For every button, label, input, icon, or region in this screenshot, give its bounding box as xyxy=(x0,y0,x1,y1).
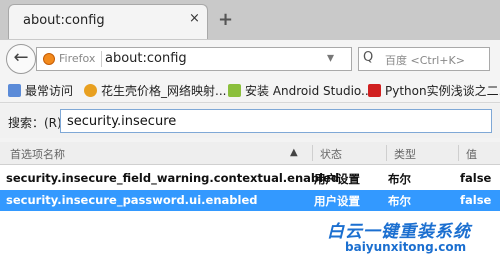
bookmark-android-studio[interactable]: 安装 Android Studio... xyxy=(228,82,372,99)
bookmark-python[interactable]: Python实例浅谈之二... xyxy=(368,82,500,99)
watermark: 白云一键重装系统 baiyunxitong.com xyxy=(315,217,500,259)
table-header: 首选项名称 ▲ 状态 类型 值 xyxy=(0,142,500,165)
bookmark-label: Python实例浅谈之二... xyxy=(385,84,500,98)
new-tab-button[interactable]: + xyxy=(218,11,233,29)
column-divider xyxy=(386,145,387,161)
pref-type: 布尔 xyxy=(388,172,411,186)
pref-status: 用户设置 xyxy=(314,194,360,208)
site-c-icon xyxy=(368,84,381,97)
tab-strip: about:config × + xyxy=(0,0,500,40)
config-search-row: 搜索：(R) security.insecure xyxy=(0,104,500,138)
config-search-input[interactable]: security.insecure xyxy=(60,109,492,133)
pref-type: 布尔 xyxy=(388,194,411,208)
android-icon xyxy=(228,84,241,97)
bookmark-label: 花生壳价格_网络映射... xyxy=(101,84,227,98)
column-divider xyxy=(312,145,313,161)
close-tab-icon[interactable]: × xyxy=(189,11,200,26)
search-placeholder: 百度 <Ctrl+K> xyxy=(385,54,465,67)
url-dropmarker-icon[interactable]: ▾ xyxy=(327,50,334,66)
bookmark-label: 最常访问 xyxy=(25,84,74,98)
navigation-toolbar: ← Firefox about:config ▾ Q 百度 <Ctrl+K> xyxy=(0,40,500,79)
table-row[interactable]: security.insecure_field_warning.contextu… xyxy=(0,168,500,189)
watermark-title: 白云一键重装系统 xyxy=(327,222,471,242)
bookmarks-toolbar: 最常访问 花生壳价格_网络映射... 安装 Android Studio... … xyxy=(0,78,500,103)
search-engine-icon[interactable]: Q xyxy=(363,50,373,65)
bookmark-label: 安装 Android Studio... xyxy=(245,84,373,98)
search-value: security.insecure xyxy=(67,114,177,129)
table-row-selected[interactable]: security.insecure_password.ui.enabled 用户… xyxy=(0,190,500,211)
url-text[interactable]: about:config xyxy=(105,51,187,66)
bookmark-icon xyxy=(8,84,21,97)
identity-label[interactable]: Firefox xyxy=(59,52,95,65)
column-header-type[interactable]: 类型 xyxy=(394,146,416,162)
web-search-bar[interactable]: Q 百度 <Ctrl+K> xyxy=(358,47,490,71)
url-separator xyxy=(101,51,102,67)
column-header-value[interactable]: 值 xyxy=(466,146,477,162)
column-divider xyxy=(458,145,459,161)
column-header-name[interactable]: 首选项名称 xyxy=(10,146,65,162)
pref-value: false xyxy=(460,171,492,185)
tab-about-config[interactable]: about:config × xyxy=(8,4,208,39)
tab-title: about:config xyxy=(23,13,105,28)
bookmark-most-visited[interactable]: 最常访问 xyxy=(8,82,73,99)
pref-name: security.insecure_password.ui.enabled xyxy=(6,193,258,207)
peanut-icon xyxy=(84,84,97,97)
pref-status: 用户设置 xyxy=(314,172,360,186)
bookmark-peanut[interactable]: 花生壳价格_网络映射... xyxy=(84,82,226,99)
url-bar[interactable]: Firefox about:config ▾ xyxy=(36,47,352,71)
watermark-url: baiyunxitong.com xyxy=(345,240,467,254)
pref-name: security.insecure_field_warning.contextu… xyxy=(6,171,340,185)
sort-ascending-icon[interactable]: ▲ xyxy=(290,147,298,158)
search-label: 搜索：(R) xyxy=(8,116,62,130)
back-button[interactable]: ← xyxy=(6,44,36,74)
pref-value: false xyxy=(460,193,492,207)
column-header-status[interactable]: 状态 xyxy=(320,146,342,162)
firefox-icon xyxy=(43,53,55,65)
